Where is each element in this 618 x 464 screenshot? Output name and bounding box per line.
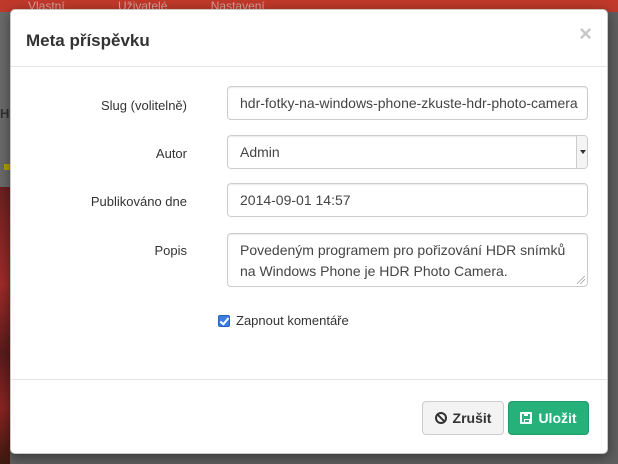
ban-icon <box>434 412 447 424</box>
chevron-down-icon[interactable] <box>576 136 587 168</box>
modal-title: Meta příspěvku <box>26 31 150 50</box>
background-right-edge <box>608 12 618 464</box>
author-select[interactable]: Admin <box>227 135 588 169</box>
background-photo <box>0 187 10 464</box>
description-label: Popis <box>154 243 187 258</box>
modal-header: Meta příspěvku × <box>11 10 607 67</box>
floppy-disk-icon <box>520 412 533 424</box>
description-text: Povedeným programem pro pořizování HDR s… <box>240 242 566 279</box>
comments-checkbox-row[interactable]: Zapnout komentáře <box>218 313 349 328</box>
comments-checkbox[interactable] <box>218 314 230 327</box>
cancel-button[interactable]: Zrušit <box>422 401 504 435</box>
cancel-button-label: Zrušit <box>452 410 492 426</box>
background-left-edge: H <box>0 12 10 464</box>
save-button[interactable]: Uložit <box>508 401 589 435</box>
comments-label: Zapnout komentáře <box>236 313 349 328</box>
background-heading: H <box>0 106 10 121</box>
save-button-label: Uložit <box>538 410 577 426</box>
modal-body: Slug (volitelně) hdr-fotky-na-windows-ph… <box>11 67 607 380</box>
post-meta-modal: Meta příspěvku × Slug (volitelně) hdr-fo… <box>10 9 608 454</box>
slug-input[interactable]: hdr-fotky-na-windows-phone-zkuste-hdr-ph… <box>227 86 588 120</box>
resize-handle-icon[interactable] <box>577 276 585 284</box>
published-date-input[interactable]: 2014-09-01 14:57 <box>227 183 588 217</box>
slug-label: Slug (volitelně) <box>101 98 187 113</box>
author-select-value: Admin <box>240 144 280 160</box>
description-textarea[interactable]: Povedeným programem pro pořizování HDR s… <box>227 233 588 287</box>
published-label: Publikováno dne <box>90 194 187 209</box>
close-icon[interactable]: × <box>579 23 592 45</box>
modal-footer: Zrušit Uložit <box>11 380 607 454</box>
author-label: Autor <box>155 146 187 161</box>
